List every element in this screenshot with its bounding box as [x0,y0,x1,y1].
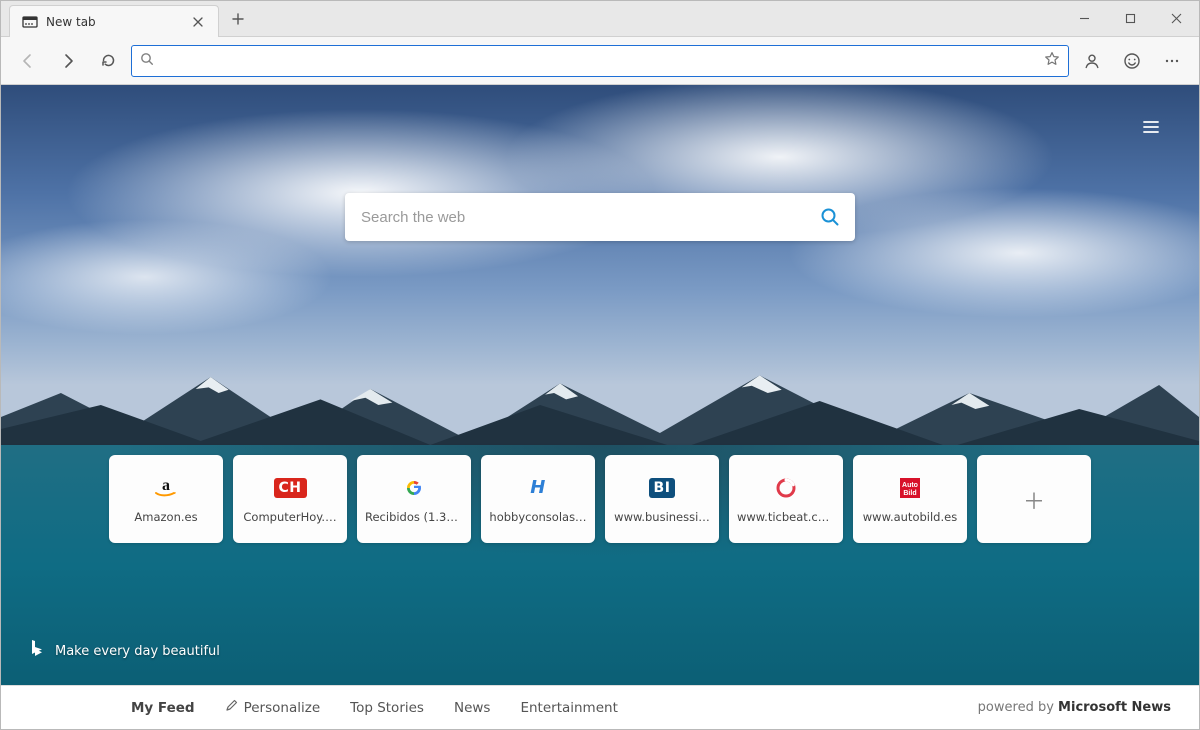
amazon-icon: a [151,476,181,500]
window-close-button[interactable] [1153,3,1199,35]
plus-icon: ＋ [1023,484,1045,516]
window-minimize-button[interactable] [1061,3,1107,35]
hobbyconsolas-icon: H [523,476,553,500]
powered-brand: Microsoft News [1058,700,1171,715]
computerhoy-icon: CH [275,476,305,500]
powered-prefix: powered by [978,700,1054,715]
tab-new-tab[interactable]: New tab [9,5,219,37]
top-sites: a Amazon.es CH ComputerHoy.… Recibidos (… [109,455,1091,543]
svg-text:Bild: Bild [903,490,916,497]
web-search-input[interactable] [359,208,819,227]
newsbar-personalize-label: Personalize [244,700,321,716]
address-input[interactable] [162,52,1036,69]
newsbar-my-feed[interactable]: My Feed [131,700,195,716]
newsbar-entertainment[interactable]: Entertainment [520,700,617,716]
tile-label: hobbyconsolas… [489,510,587,524]
forward-button[interactable] [51,44,85,78]
top-site-tile[interactable]: a Amazon.es [109,455,223,543]
back-button[interactable] [11,44,45,78]
search-icon [140,52,154,70]
profile-button[interactable] [1075,44,1109,78]
settings-menu-button[interactable] [1155,44,1189,78]
tile-label: ComputerHoy.… [241,510,339,524]
bing-tagline[interactable]: Make every day beautiful [29,639,220,663]
tab-close-button[interactable] [188,12,208,32]
new-tab-button[interactable] [223,4,253,34]
top-site-tile[interactable]: Recibidos (1.33… [357,455,471,543]
tile-label: www.ticbeat.co… [737,510,835,524]
tab-title: New tab [46,15,180,29]
bing-icon [29,639,45,663]
top-site-tile[interactable]: CH ComputerHoy.… [233,455,347,543]
svg-text:a: a [162,477,170,494]
newsbar-news[interactable]: News [454,700,490,716]
add-top-site-button[interactable]: ＋ [977,455,1091,543]
titlebar: New tab [1,1,1199,37]
google-icon [399,476,429,500]
newsbar-personalize[interactable]: Personalize [225,699,321,716]
toolbar [1,37,1199,85]
window-maximize-button[interactable] [1107,3,1153,35]
background-mountains [1,361,1199,457]
top-site-tile[interactable]: BI www.businessi… [605,455,719,543]
top-site-tile[interactable]: www.ticbeat.co… [729,455,843,543]
web-search-button[interactable] [819,206,841,228]
businessinsider-icon: BI [647,476,677,500]
top-site-tile[interactable]: H hobbyconsolas… [481,455,595,543]
tile-label: www.businessi… [613,510,711,524]
tile-label: www.autobild.es [861,510,959,524]
tile-label: Amazon.es [117,510,215,524]
favorite-button[interactable] [1044,51,1060,71]
tab-favicon-icon [22,14,38,30]
address-bar[interactable] [131,45,1069,77]
autobild-icon: AutoBild [895,476,925,500]
newsbar-powered-by: powered by Microsoft News [978,700,1171,715]
top-site-tile[interactable]: AutoBild www.autobild.es [853,455,967,543]
tab-strip: New tab [9,1,253,36]
page-settings-button[interactable] [1137,113,1165,141]
web-search-box[interactable] [345,193,855,241]
news-bar: My Feed Personalize Top Stories News Ent… [1,685,1199,729]
refresh-button[interactable] [91,44,125,78]
bing-tagline-text: Make every day beautiful [55,644,220,659]
newsbar-top-stories[interactable]: Top Stories [350,700,424,716]
new-tab-page: a Amazon.es CH ComputerHoy.… Recibidos (… [1,85,1199,685]
svg-text:Auto: Auto [902,482,918,489]
tile-label: Recibidos (1.33… [365,510,463,524]
window-controls [1061,1,1199,36]
pencil-icon [225,699,238,716]
feedback-button[interactable] [1115,44,1149,78]
ticbeat-icon [771,476,801,500]
